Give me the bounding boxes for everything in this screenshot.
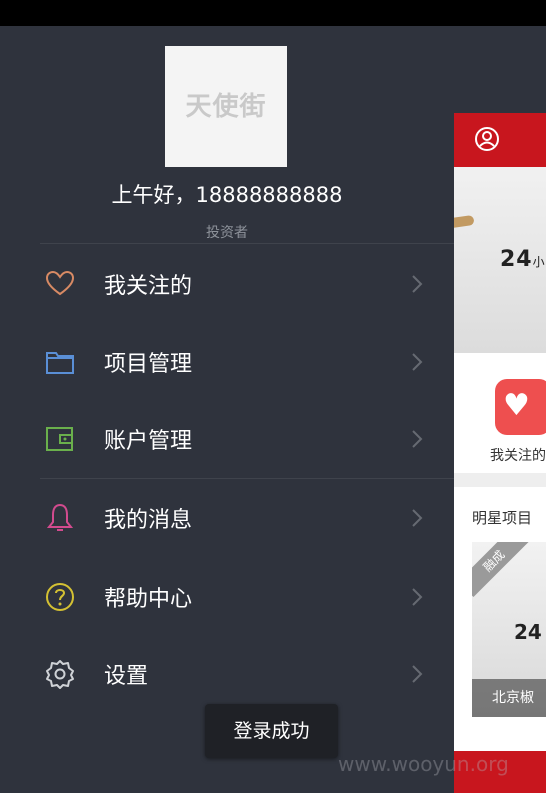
menu-item-projects[interactable]: 项目管理: [0, 330, 454, 394]
divider: [40, 243, 454, 244]
chevron-right-icon: [412, 588, 423, 606]
menu-item-help[interactable]: 帮助中心: [0, 565, 454, 629]
greeting-text: 上午好，18888888888: [111, 183, 343, 207]
chevron-right-icon: [412, 353, 423, 371]
banner-image[interactable]: 24小: [454, 167, 546, 353]
menu-item-label: 设置: [104, 664, 149, 689]
menu-item-label: 账户管理: [104, 429, 193, 454]
help-icon: [46, 583, 74, 611]
heart-icon: ♥: [503, 388, 530, 423]
status-bar: [0, 0, 546, 26]
menu-item-settings[interactable]: 设置: [0, 642, 454, 706]
card-ribbon: 融成: [472, 542, 531, 598]
favorites-shortcut-label: 我关注的: [490, 448, 546, 464]
menu-item-label: 我关注的: [104, 274, 193, 299]
user-role: 投资者: [206, 225, 248, 241]
banner-number: 24小: [500, 247, 546, 272]
heart-icon: [45, 270, 75, 296]
bell-icon: [46, 503, 74, 531]
menu-item-label: 项目管理: [104, 352, 193, 377]
card-number: 24: [514, 620, 542, 644]
gear-icon: [46, 660, 74, 689]
main-screen: 24小 ♥ 我关注的 明星项目 融成 24 北京椒: [454, 113, 546, 793]
chevron-right-icon: [412, 275, 423, 293]
menu-item-account[interactable]: 账户管理: [0, 407, 454, 471]
wallet-icon: [46, 427, 73, 451]
star-projects-title: 明星项目: [472, 509, 533, 527]
card-caption: 北京椒: [472, 679, 546, 717]
user-icon[interactable]: [474, 126, 500, 152]
star-project-card[interactable]: 融成 24 北京椒: [472, 542, 546, 717]
logo-text: 天使街: [185, 92, 267, 122]
chopstick-graphic: [454, 214, 475, 230]
menu-item-favorites[interactable]: 我关注的: [0, 252, 454, 316]
menu-item-label: 帮助中心: [104, 587, 193, 612]
folder-icon: [46, 352, 74, 374]
menu-item-label: 我的消息: [104, 508, 193, 533]
divider: [40, 478, 454, 479]
favorites-shortcut-button[interactable]: ♥: [495, 379, 546, 435]
menu-item-messages[interactable]: 我的消息: [0, 486, 454, 550]
toast-message: 登录成功: [205, 704, 338, 758]
section-gap: [454, 473, 546, 487]
chevron-right-icon: [412, 509, 423, 527]
main-top-bar: [454, 113, 546, 167]
watermark: www.wooyun.org: [338, 752, 509, 776]
quick-entry: ♥ 我关注的: [454, 353, 546, 473]
chevron-right-icon: [412, 665, 423, 683]
chevron-right-icon: [412, 430, 423, 448]
avatar[interactable]: 天使街: [165, 46, 287, 167]
